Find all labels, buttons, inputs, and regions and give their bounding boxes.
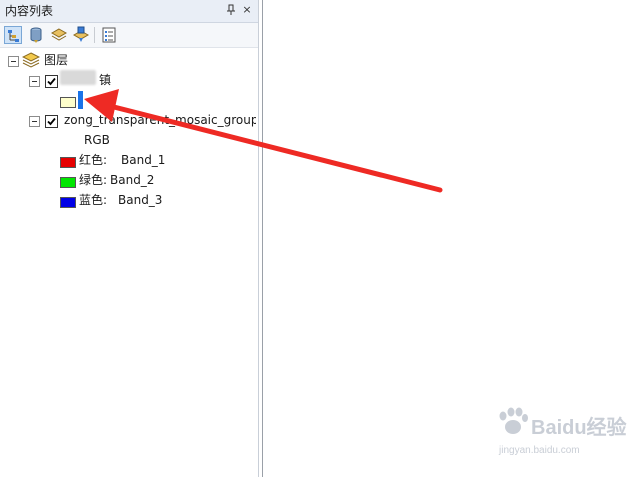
watermark-url: jingyan.baidu.com	[499, 445, 580, 456]
paw-icon	[499, 407, 528, 434]
watermark-brand: Baidu经验	[531, 417, 627, 439]
baidu-watermark: Baidu经验 jingyan.baidu.com	[495, 405, 640, 465]
